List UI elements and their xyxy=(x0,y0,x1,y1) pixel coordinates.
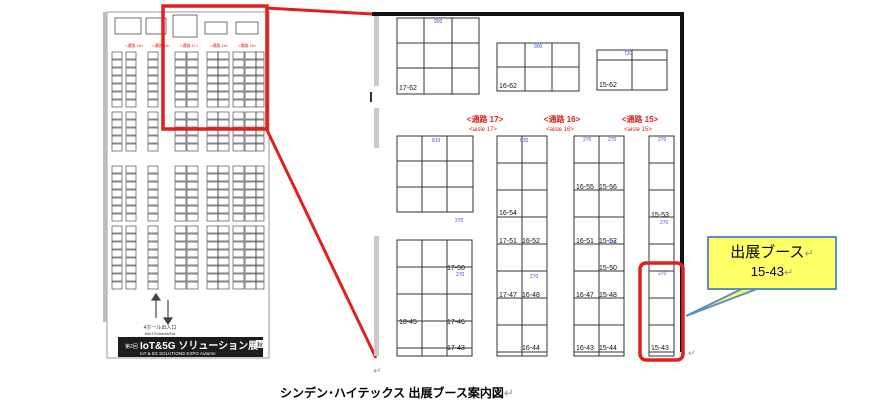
column-dims: 810 630 270 270 270 270 270 270 270 270 … xyxy=(432,137,669,280)
callout-booth: 15-43 xyxy=(750,264,785,279)
booth-16-51: 16-51 xyxy=(576,238,594,245)
svg-text:810: 810 xyxy=(432,138,441,144)
return-mark-right: ↵ xyxy=(688,348,696,358)
booth-15-48: 15-48 xyxy=(599,292,617,299)
svg-text:<通路 15>: <通路 15> xyxy=(238,42,257,48)
detail-wall-left-2 xyxy=(374,108,379,148)
svg-text:270: 270 xyxy=(456,272,465,278)
zoom-line-top xyxy=(265,6,373,16)
callout-title: 出展ブース xyxy=(730,244,805,261)
svg-text:<通路 19>: <通路 19> xyxy=(125,42,144,48)
aisle-16-label: <通路 16> xyxy=(544,114,581,124)
callout-return-2: ↵ xyxy=(784,267,794,279)
booth-17-51: 17-51 xyxy=(499,238,517,245)
svg-text:720: 720 xyxy=(624,51,633,57)
svg-text:270: 270 xyxy=(660,220,669,226)
svg-text:270: 270 xyxy=(658,271,667,277)
svg-text:270: 270 xyxy=(658,137,667,143)
svg-text:<通路 17>: <通路 17> xyxy=(180,42,199,48)
booth-15-62: 15-62 xyxy=(599,82,617,89)
detail-wall-left-3 xyxy=(374,236,379,356)
booth-15-53: 15-53 xyxy=(651,212,669,219)
booth-cell xyxy=(648,135,675,357)
detail-map: 17-62 16-62 15-62 900 900 720 <通路 17> <通… xyxy=(370,12,771,362)
svg-text:<通路 16>: <通路 16> xyxy=(210,42,229,48)
booth-15-56: 15-56 xyxy=(599,184,617,191)
svg-text:270: 270 xyxy=(583,137,592,143)
overview-entrance-sub: Hall 4 Entrance/Exit xyxy=(145,332,176,336)
aisle-17-label: <通路 17> xyxy=(467,114,504,124)
booth-17-46: 17-46 xyxy=(447,319,465,326)
callout-booth-row: 15-43↵ xyxy=(709,264,835,279)
booth-16-52: 16-52 xyxy=(522,238,540,245)
svg-text:630: 630 xyxy=(520,138,529,144)
aisle-16-sub: <aisle 16> xyxy=(546,127,574,133)
floor-map: <通路 19> <通路 18> <通路 17> <通路 16> <通路 15> … xyxy=(0,0,890,408)
return-mark-left: ↵ xyxy=(373,366,382,377)
svg-text:270: 270 xyxy=(455,218,464,224)
aisle-15-sub: <aisle 15> xyxy=(624,127,652,133)
banner-badge: 秋 xyxy=(257,341,263,349)
booth-16-62: 16-62 xyxy=(499,83,517,90)
overview-frame xyxy=(106,11,270,359)
callout-return-1: ↵ xyxy=(804,248,814,260)
booth-cell xyxy=(396,135,474,213)
svg-text:270: 270 xyxy=(608,240,617,246)
floor-map-svg: <通路 19> <通路 18> <通路 17> <通路 16> <通路 15> … xyxy=(103,4,771,362)
svg-text:270: 270 xyxy=(608,137,617,143)
caption-text: シンデン･ハイテックス 出展ブース案内図 xyxy=(280,386,504,400)
overview-wall xyxy=(103,12,107,322)
callout-title-row: 出展ブース↵ xyxy=(709,241,835,262)
banner-small: 第2回 xyxy=(125,343,138,350)
booth-18-45: 18-45 xyxy=(399,319,417,326)
expo-banner: 第2回 IoT&5G ソリューション展 秋 IoT & 5G SOLUTIONS… xyxy=(118,337,264,357)
overview-entrance-label: 4ホール出入口 xyxy=(144,324,177,331)
booth-labels: 17-50 17-46 18-45 17-43 16-54 17-51 16-5… xyxy=(399,184,669,352)
island-17-62 xyxy=(396,17,480,95)
booth-cell xyxy=(446,239,473,357)
booth-16-47: 16-47 xyxy=(576,292,594,299)
svg-text:900: 900 xyxy=(534,44,543,50)
booth-16-55: 16-55 xyxy=(576,184,594,191)
booth-17-47: 17-47 xyxy=(499,292,517,299)
callout-box: 出展ブース↵ 15-43↵ xyxy=(707,236,837,290)
caption-return: ↵ xyxy=(503,386,514,400)
svg-text:270: 270 xyxy=(530,274,539,280)
detail-wall-left-1 xyxy=(374,16,379,86)
aisle-labels: <通路 17> <通路 16> <通路 15> xyxy=(467,114,659,124)
aisle-15-label: <通路 15> xyxy=(622,114,659,124)
booth-17-50: 17-50 xyxy=(447,265,465,272)
booth-17-43: 17-43 xyxy=(447,345,465,352)
booth-15-44: 15-44 xyxy=(599,345,617,352)
booth-16-43: 16-43 xyxy=(576,345,594,352)
map-caption: シンデン･ハイテックス 出展ブース案内図↵ xyxy=(280,384,514,401)
aisle-17-sub: <aisle 17> xyxy=(469,127,497,133)
booth-17-62: 17-62 xyxy=(399,85,417,92)
zoom-line-bottom xyxy=(264,127,378,359)
booth-15-50: 15-50 xyxy=(599,265,617,272)
booth-16-54: 16-54 xyxy=(499,210,517,217)
booth-15-43: 15-43 xyxy=(651,345,669,352)
svg-text:900: 900 xyxy=(434,19,443,25)
booth-columns xyxy=(396,135,675,357)
aisle-sublabels: <aisle 17> <aisle 16> <aisle 15> xyxy=(469,127,652,133)
top-dims: 900 900 720 xyxy=(434,19,633,57)
overview-map: <通路 19> <通路 18> <通路 17> <通路 16> <通路 15> … xyxy=(103,4,270,359)
banner-sub: IoT & 5G SOLUTIONS EXPO Autumn xyxy=(140,351,216,356)
booth-16-48: 16-48 xyxy=(522,292,540,299)
booth-16-44: 16-44 xyxy=(522,345,540,352)
